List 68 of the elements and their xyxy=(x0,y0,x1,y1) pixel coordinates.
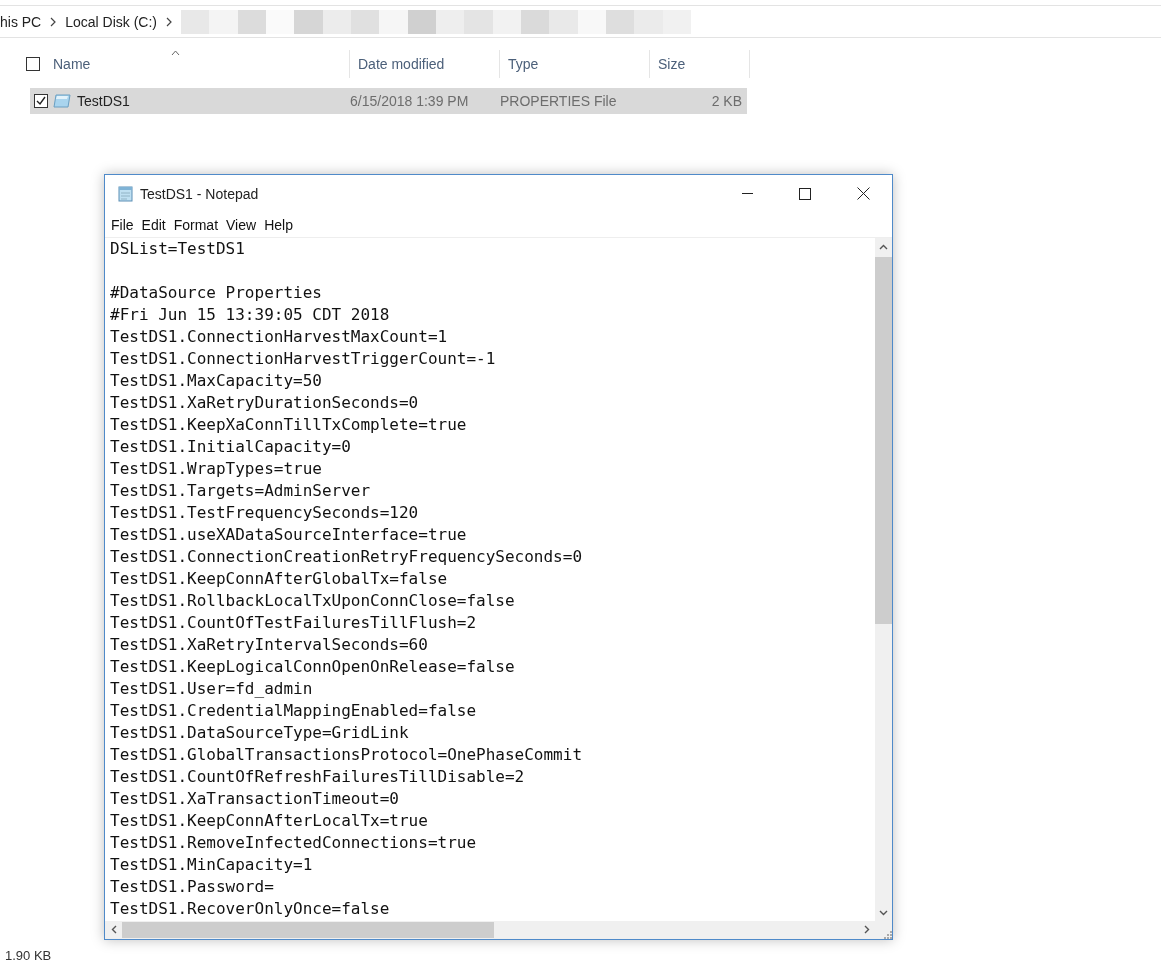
menu-item[interactable]: Format xyxy=(173,216,225,233)
text-line: TestDS1.XaRetryIntervalSeconds=60 xyxy=(110,634,429,656)
text-line: TestDS1.CountOfTestFailuresTillFlush=2 xyxy=(110,612,478,634)
file-icon xyxy=(53,93,72,109)
close-icon xyxy=(856,187,870,200)
text-line: TestDS1.KeepLogicalConnOpenOnRelease=false xyxy=(110,656,516,678)
checkbox[interactable] xyxy=(34,94,48,108)
column-header[interactable]: Name xyxy=(53,50,349,78)
horizontal-scrollbar-thumb[interactable] xyxy=(122,922,494,938)
file-name: TestDS1 xyxy=(77,93,130,109)
file-size: 2 KB xyxy=(710,93,742,109)
text-line: TestDS1.KeepConnAfterLocalTx=true xyxy=(110,810,429,832)
text-line: TestDS1.MinCapacity=1 xyxy=(110,854,314,876)
menu-item[interactable]: Edit xyxy=(141,216,172,233)
text-line: TestDS1.User=fd_admin xyxy=(110,678,314,700)
file-type: PROPERTIES File xyxy=(500,93,618,109)
column-header[interactable]: Type xyxy=(508,50,649,78)
text-line: TestDS1.WrapTypes=true xyxy=(110,458,323,480)
window-title: TestDS1 - Notepad xyxy=(140,185,260,202)
maximize-icon xyxy=(799,187,811,200)
notepad-icon xyxy=(117,185,134,202)
chevron-down-icon xyxy=(879,909,888,916)
column-label: Date modified xyxy=(358,56,445,72)
text-line: TestDS1.InitialCapacity=0 xyxy=(110,436,352,458)
status-selection-size: 1.90 KB xyxy=(5,948,52,963)
column-header[interactable]: Size xyxy=(658,50,749,78)
text-line: TestDS1.ConnectionHarvestMaxCount=1 xyxy=(110,326,449,348)
text-line: TestDS1.Targets=AdminServer xyxy=(110,480,372,502)
column-label: Size xyxy=(658,56,686,72)
text-line: TestDS1.ConnectionCreationRetryFrequencySeconds=0 xyxy=(110,546,583,568)
column-header[interactable]: Date modified xyxy=(358,50,499,78)
menu-item[interactable]: File xyxy=(111,216,140,233)
text-line: TestDS1.GlobalTransactionsProtocol=OnePhaseCommit xyxy=(110,744,583,766)
file-row[interactable]: TestDS1 6/15/2018 1:39 PM PROPERTIES File 2 KB xyxy=(30,88,747,114)
text-line: TestDS1.MaxCapacity=50 xyxy=(110,370,323,392)
text-line: TestDS1.RollbackLocalTxUponConnClose=false xyxy=(110,590,516,612)
column-label: Name xyxy=(53,56,91,72)
vertical-scrollbar-thumb[interactable] xyxy=(875,257,892,624)
date-modified: 6/15/2018 1:39 PM xyxy=(350,93,470,109)
text-line: TestDS1.RemoveInfectedConnections=true xyxy=(110,832,478,854)
chevron-left-icon xyxy=(110,925,117,934)
text-line: TestDS1.TestFrequencySeconds=120 xyxy=(110,502,420,524)
checkbox[interactable] xyxy=(26,57,40,71)
sort-caret-icon xyxy=(171,50,181,56)
column-label: Type xyxy=(508,56,539,72)
text-line: TestDS1.XaRetryDurationSeconds=0 xyxy=(110,392,420,414)
chevron-right-icon xyxy=(863,925,870,934)
size-grip-icon[interactable] xyxy=(882,929,892,939)
text-line: #Fri Jun 15 13:39:05 CDT 2018 xyxy=(110,304,391,326)
breadcrumb-item[interactable]: his PC xyxy=(0,13,42,30)
breadcrumb-item[interactable]: Local Disk (C:) xyxy=(65,13,158,30)
text-line: TestDS1.DataSourceType=GridLink xyxy=(110,722,410,744)
chevron-icon xyxy=(50,16,57,27)
menu-item[interactable]: Help xyxy=(264,216,299,233)
chevron-up-icon xyxy=(879,243,888,250)
text-line: TestDS1.ConnectionHarvestTriggerCount=-1 xyxy=(110,348,497,370)
text-line: #DataSource Properties xyxy=(110,282,323,304)
text-line: TestDS1.useXADataSourceInterface=true xyxy=(110,524,468,546)
chevron-icon xyxy=(166,16,173,27)
text-line: DSList=TestDS1 xyxy=(110,238,246,260)
text-line: TestDS1.KeepXaConnTillTxComplete=true xyxy=(110,414,468,436)
menu-item[interactable]: View xyxy=(226,216,263,233)
text-line: TestDS1.KeepConnAfterGlobalTx=false xyxy=(110,568,449,590)
text-line: TestDS1.XaTransactionTimeout=0 xyxy=(110,788,400,810)
text-line: TestDS1.Password= xyxy=(110,876,275,898)
text-line: TestDS1.RecoverOnlyOnce=false xyxy=(110,898,391,920)
text-line: TestDS1.CountOfRefreshFailuresTillDisable=2 xyxy=(110,766,526,788)
text-line: TestDS1.CredentialMappingEnabled=false xyxy=(110,700,478,722)
